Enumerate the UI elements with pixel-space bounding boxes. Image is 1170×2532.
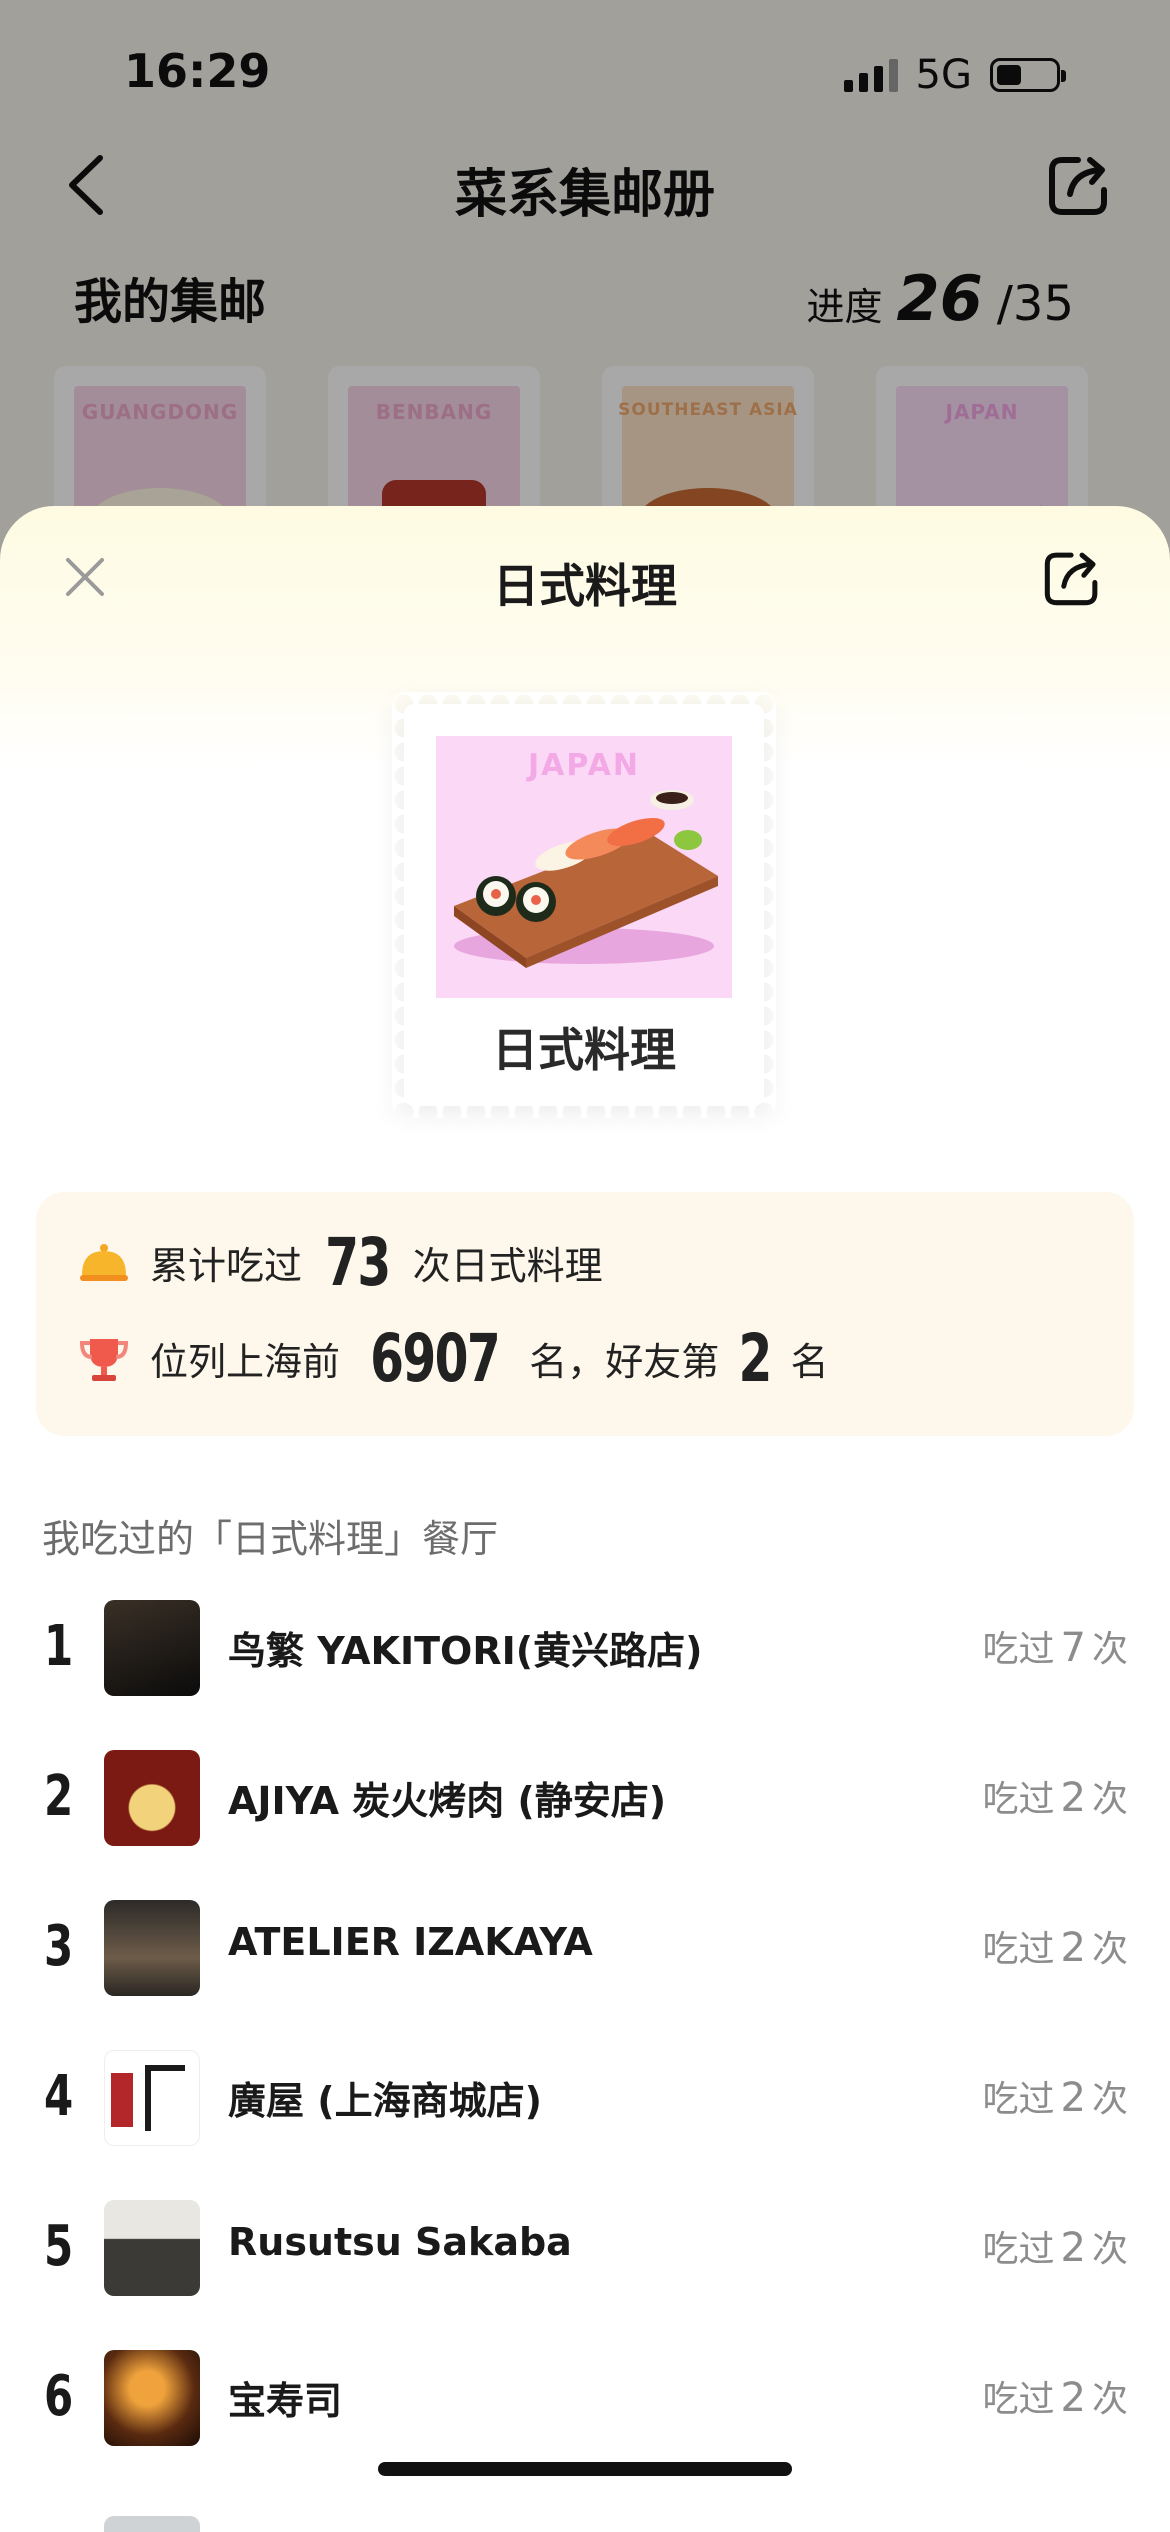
restaurant-row[interactable]: 3 ATELIER IZAKAYA 吃过 2 次 bbox=[0, 1872, 1170, 2022]
restaurant-thumbnail bbox=[104, 1750, 200, 1846]
visit-count: 吃过 2 次 bbox=[983, 2220, 1128, 2272]
share-icon[interactable] bbox=[1040, 546, 1104, 610]
stamp-name: 日式料理 bbox=[492, 1023, 676, 1077]
home-indicator[interactable] bbox=[378, 2462, 792, 2476]
visit-count: 吃过 2 次 bbox=[983, 2370, 1128, 2422]
trophy-icon bbox=[79, 1338, 129, 1381]
visit-number: 2 bbox=[1060, 1775, 1086, 1821]
visit-suffix: 次 bbox=[1091, 2079, 1128, 2120]
visit-count: 吃过 2 次 bbox=[983, 1770, 1128, 1822]
restaurant-thumbnail bbox=[104, 2200, 200, 2296]
restaurant-row[interactable]: 1 鸟繁 YAKITORI(黄兴路店) 吃过 7 次 bbox=[0, 1572, 1170, 1722]
stamp-caption: JAPAN bbox=[528, 748, 640, 783]
eaten-count-row: 累计吃过 73 次日式料理 bbox=[76, 1224, 603, 1301]
visit-suffix: 次 bbox=[1091, 1929, 1128, 1970]
stats-card: 累计吃过 73 次日式料理 位列上海前 6907 名，好友第 2 名 bbox=[36, 1192, 1134, 1436]
eaten-prefix: 累计吃过 bbox=[150, 1244, 303, 1288]
sheet-title: 日式料理 bbox=[493, 559, 677, 613]
rank-suffix: 名 bbox=[790, 1340, 829, 1384]
restaurant-name: 宝寿司 bbox=[228, 2379, 343, 2423]
restaurant-thumbnail bbox=[104, 1900, 200, 1996]
visit-prefix: 吃过 bbox=[982, 2229, 1055, 2270]
visit-prefix: 吃过 bbox=[982, 1929, 1055, 1970]
visit-number: 7 bbox=[1060, 1625, 1086, 1671]
dish-cover-icon bbox=[80, 1243, 128, 1281]
visit-number: 2 bbox=[1060, 1925, 1086, 1971]
album-page: 16:29 5G 菜系集邮册 我的集邮 进度 26 /35 GUANGDONG … bbox=[0, 0, 1170, 560]
restaurant-row[interactable]: 2 AJIYA 炭火烤肉 (静安店) 吃过 2 次 bbox=[0, 1722, 1170, 1872]
visit-number: 2 bbox=[1060, 2225, 1086, 2271]
visit-number: 2 bbox=[1060, 2375, 1086, 2421]
visit-suffix: 次 bbox=[1091, 1779, 1128, 1820]
eaten-suffix: 次日式料理 bbox=[412, 1244, 603, 1288]
restaurant-thumbnail bbox=[104, 2050, 200, 2146]
restaurant-row[interactable]: 4 廣屋 (上海商城店) 吃过 2 次 bbox=[0, 2022, 1170, 2172]
restaurant-name: ATELIER IZAKAYA bbox=[228, 1920, 593, 1964]
visit-suffix: 次 bbox=[1091, 1629, 1128, 1670]
restaurant-name: 鸟繁 YAKITORI(黄兴路店) bbox=[228, 1629, 703, 1673]
rank-number: 2 bbox=[44, 1764, 74, 1829]
visit-suffix: 次 bbox=[1091, 2379, 1128, 2420]
visit-number: 2 bbox=[1060, 2075, 1086, 2121]
rank-mid: 名，好友第 bbox=[529, 1340, 720, 1384]
rank-number: 4 bbox=[44, 2064, 74, 2129]
restaurant-name: AJIYA 炭火烤肉 (静安店) bbox=[228, 1779, 667, 1823]
cuisine-detail-sheet: 日式料理 JAPAN 日式料理 累计吃过 73 次日式料理 位列上海前 6907… bbox=[0, 506, 1170, 2532]
visit-suffix: 次 bbox=[1091, 2229, 1128, 2270]
visit-prefix: 吃过 bbox=[982, 1629, 1055, 1670]
restaurant-thumbnail bbox=[104, 1600, 200, 1696]
rank-city: 6907 bbox=[370, 1320, 501, 1397]
cuisine-stamp: JAPAN 日式料理 bbox=[392, 692, 776, 1118]
restaurant-thumbnail-partial bbox=[104, 2516, 200, 2532]
visit-count: 吃过 2 次 bbox=[983, 2070, 1128, 2122]
restaurant-name: 廣屋 (上海商城店) bbox=[228, 2079, 542, 2123]
rank-number: 1 bbox=[44, 1614, 74, 1679]
list-title: 我吃过的「日式料理」餐厅 bbox=[42, 1517, 499, 1561]
restaurant-thumbnail bbox=[104, 2350, 200, 2446]
rank-number: 6 bbox=[44, 2364, 74, 2429]
ranking-row: 位列上海前 6907 名，好友第 2 名 bbox=[76, 1320, 829, 1397]
visit-prefix: 吃过 bbox=[982, 2379, 1055, 2420]
visit-count: 吃过 7 次 bbox=[983, 1620, 1128, 1672]
restaurant-row[interactable]: 5 Rusutsu Sakaba 吃过 2 次 bbox=[0, 2172, 1170, 2322]
visit-prefix: 吃过 bbox=[982, 2079, 1055, 2120]
eaten-count: 73 bbox=[325, 1224, 391, 1301]
visit-prefix: 吃过 bbox=[982, 1779, 1055, 1820]
restaurant-row[interactable]: 6 宝寿司 吃过 2 次 bbox=[0, 2322, 1170, 2472]
restaurant-name: Rusutsu Sakaba bbox=[228, 2220, 572, 2264]
visit-count: 吃过 2 次 bbox=[983, 1920, 1128, 1972]
rank-prefix: 位列上海前 bbox=[150, 1340, 341, 1384]
rank-friends: 2 bbox=[738, 1320, 773, 1397]
rank-number: 5 bbox=[44, 2214, 74, 2279]
modal-overlay[interactable] bbox=[0, 0, 1170, 560]
rank-number: 3 bbox=[44, 1914, 74, 1979]
